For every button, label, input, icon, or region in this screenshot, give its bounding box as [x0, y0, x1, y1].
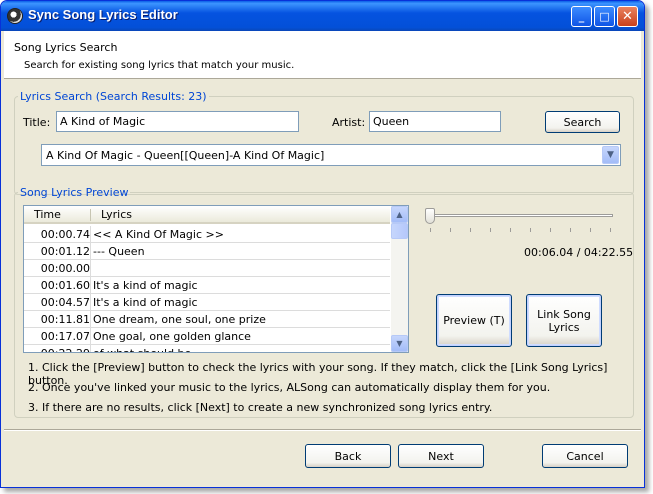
instruction-step-3: 3. If there are no results, click [Next]…	[28, 401, 493, 414]
title-label: Title:	[23, 116, 51, 129]
playback-slider-thumb[interactable]	[425, 208, 435, 224]
row-lyrics: One dream, one soul, one prize	[93, 313, 266, 326]
lyrics-search-legend: Lyrics Search (Search Results: 23)	[20, 90, 207, 103]
table-row[interactable]: 00:00.74 << A Kind Of Magic >>	[24, 226, 390, 243]
list-header: Time Lyrics	[24, 206, 390, 224]
slider-tick	[530, 228, 531, 232]
table-row[interactable]: 00:11.81 One dream, one soul, one prize	[24, 311, 390, 328]
next-button[interactable]: Next	[398, 444, 484, 468]
row-lyrics: << A Kind Of Magic >>	[93, 228, 224, 241]
title-input[interactable]	[56, 111, 299, 132]
row-divider	[90, 260, 91, 277]
instruction-step-2: 2. Once you've linked your music to the …	[28, 381, 551, 394]
row-time: 00:17.07	[40, 330, 90, 343]
artist-label: Artist:	[332, 116, 366, 129]
scroll-up-icon[interactable]: ▲	[391, 206, 408, 223]
row-divider	[90, 345, 91, 352]
minimize-button[interactable]: _	[571, 6, 592, 27]
row-divider	[90, 243, 91, 260]
row-time: 00:01.12	[40, 245, 90, 258]
row-divider	[90, 311, 91, 328]
title-bar[interactable]: Sync Song Lyrics Editor _ □ ✕	[1, 1, 644, 31]
window-title: Sync Song Lyrics Editor	[28, 7, 178, 22]
row-time: 00:22.29	[24, 347, 90, 352]
row-time: 00:00.74	[40, 228, 90, 241]
page-subtitle: Search for existing song lyrics that mat…	[24, 60, 295, 71]
table-row[interactable]: 00:04.57 It's a kind of magic	[24, 294, 390, 311]
playback-slider-track[interactable]	[430, 214, 613, 217]
scroll-down-icon[interactable]: ▼	[391, 335, 408, 352]
dialog-body: Song Lyrics Search Search for existing s…	[4, 31, 641, 486]
column-header-time[interactable]: Time	[34, 208, 61, 221]
wizard-header: Song Lyrics Search Search for existing s…	[4, 31, 641, 79]
table-row[interactable]: 00:22.29of what should be	[24, 345, 390, 352]
slider-tick	[490, 228, 491, 232]
row-lyrics: It's a kind of magic	[93, 296, 198, 309]
row-lyrics: It's a kind of magic	[93, 279, 198, 292]
slider-tick	[550, 228, 551, 232]
row-lyrics: --- Queen	[93, 245, 145, 258]
time-readout: 00:06.04 / 04:22.55	[524, 246, 634, 259]
column-header-lyrics[interactable]: Lyrics	[101, 208, 132, 221]
maximize-button[interactable]: □	[594, 6, 615, 27]
slider-tick	[570, 228, 571, 232]
column-divider[interactable]	[90, 209, 91, 221]
row-time: 00:04.57	[40, 296, 90, 309]
slider-tick	[430, 228, 431, 232]
preview-button[interactable]: Preview (T)	[436, 294, 512, 347]
row-lyrics: of what should be	[93, 347, 191, 352]
slider-tick	[470, 228, 471, 232]
table-row[interactable]: 00:01.12 --- Queen	[24, 243, 390, 260]
app-disc-icon	[7, 8, 23, 24]
table-row[interactable]: 00:00.00	[24, 260, 390, 277]
row-divider	[90, 294, 91, 311]
table-row[interactable]: 00:01.60 It's a kind of magic	[24, 277, 390, 294]
vertical-scrollbar[interactable]: ▲ ▼	[391, 206, 408, 352]
footer-divider	[4, 429, 641, 431]
row-time: 00:11.81	[40, 313, 90, 326]
row-divider	[90, 328, 91, 345]
page-title: Song Lyrics Search	[14, 41, 118, 54]
scroll-thumb[interactable]	[391, 223, 408, 239]
row-lyrics: One goal, one golden glance	[93, 330, 251, 343]
slider-tick	[450, 228, 451, 232]
artist-input[interactable]	[369, 111, 501, 132]
table-row[interactable]: 00:17.07 One goal, one golden glance	[24, 328, 390, 345]
link-song-lyrics-button[interactable]: Link Song Lyrics	[526, 294, 602, 347]
search-button[interactable]: Search	[545, 111, 620, 133]
slider-tick	[590, 228, 591, 232]
chevron-down-icon[interactable]: ▼	[602, 146, 619, 164]
dialog-window: Sync Song Lyrics Editor _ □ ✕ Song Lyric…	[0, 0, 645, 488]
back-button[interactable]: Back	[305, 444, 391, 468]
slider-tick	[610, 228, 611, 232]
lyrics-preview-legend: Song Lyrics Preview	[20, 186, 129, 199]
close-button[interactable]: ✕	[617, 6, 638, 27]
lyrics-search-group: Lyrics Search (Search Results: 23)	[14, 90, 634, 195]
search-results-dropdown[interactable]: A Kind Of Magic - Queen[[Queen]-A Kind O…	[41, 144, 621, 166]
selected-result: A Kind Of Magic - Queen[[Queen]-A Kind O…	[46, 149, 325, 162]
cancel-button[interactable]: Cancel	[542, 444, 628, 468]
lyrics-list[interactable]: Time Lyrics 00:00.74 << A Kind Of Magic >…	[23, 205, 409, 353]
slider-tick	[510, 228, 511, 232]
row-time: 00:00.00	[40, 262, 90, 275]
row-time: 00:01.60	[40, 279, 90, 292]
row-divider	[90, 277, 91, 294]
row-divider	[90, 226, 91, 243]
